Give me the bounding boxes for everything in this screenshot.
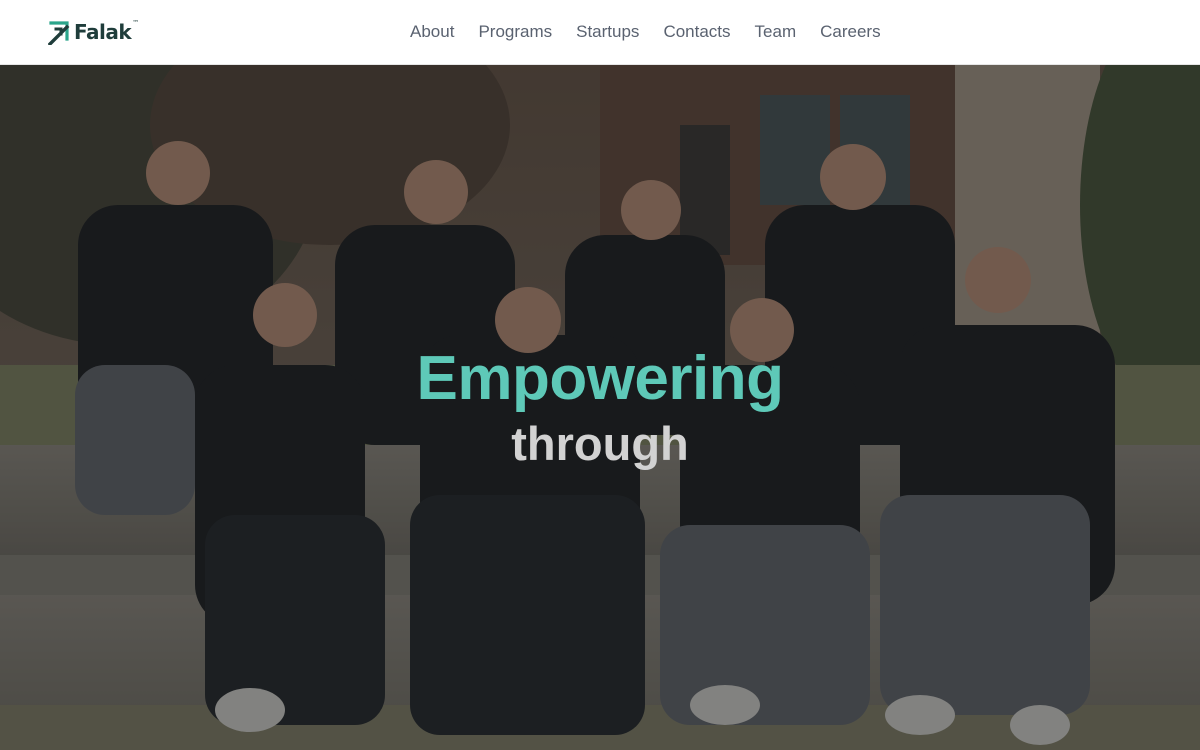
nav-item-team[interactable]: Team (755, 22, 797, 42)
nav-item-careers[interactable]: Careers (820, 22, 880, 42)
arrow-up-right-icon (48, 21, 70, 45)
hero-subheadline: through (511, 417, 689, 470)
nav-item-programs[interactable]: Programs (478, 22, 552, 42)
hero-headline: Empowering (416, 344, 784, 413)
home-logo-link[interactable]: Falak ™ (48, 18, 139, 46)
hero-section: Empowering through (0, 65, 1200, 750)
nav-item-startups[interactable]: Startups (576, 22, 639, 42)
nav-item-contacts[interactable]: Contacts (663, 22, 730, 42)
site-header: Falak ™ About Programs Startups Contacts… (0, 0, 1200, 65)
main-navigation: About Programs Startups Contacts Team Ca… (410, 0, 881, 64)
nav-item-about[interactable]: About (410, 22, 454, 42)
brand-name: Falak (74, 20, 132, 44)
trademark-symbol: ™ (132, 19, 140, 27)
